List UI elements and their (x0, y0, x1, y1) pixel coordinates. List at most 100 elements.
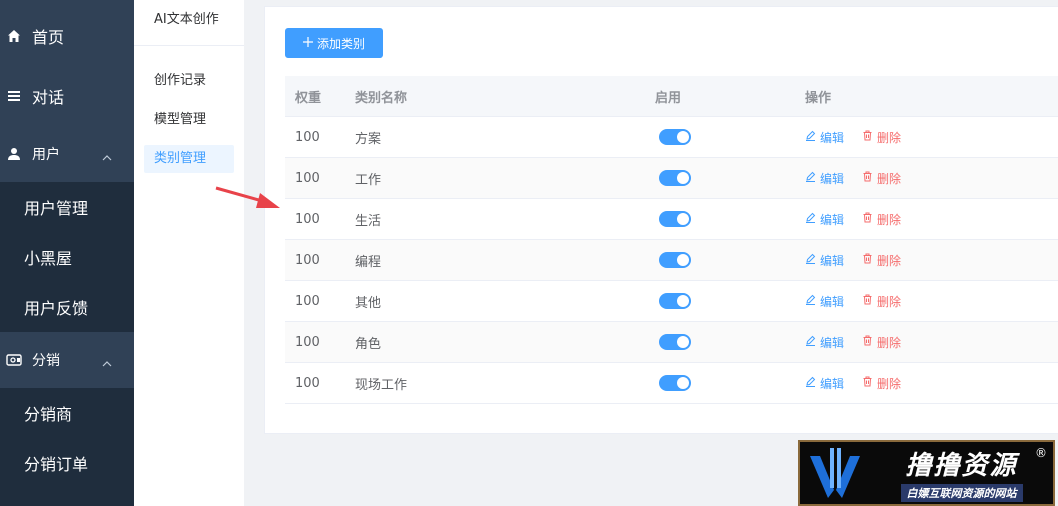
delete-button[interactable]: 删除 (862, 211, 901, 228)
sidebar-group-distribution[interactable]: 分销 (0, 332, 134, 388)
edit-icon (805, 171, 816, 185)
trash-icon (862, 171, 873, 185)
delete-button[interactable]: 删除 (862, 252, 901, 269)
cell-weight: 100 (295, 211, 320, 227)
toggle-knob (677, 172, 689, 184)
header-weight: 权重 (295, 90, 322, 106)
enable-toggle[interactable] (659, 211, 691, 227)
edit-button[interactable]: 编辑 (805, 170, 844, 187)
cell-actions: 编辑 删除 (795, 129, 1058, 146)
sidebar-item-blacklist[interactable]: 小黑屋 (0, 232, 134, 282)
edit-label: 编辑 (820, 212, 845, 227)
chevron-up-icon (102, 355, 112, 371)
secondary-menu-title: AI文本创作 (134, 0, 244, 46)
delete-button[interactable]: 删除 (862, 293, 901, 310)
cell-actions: 编辑 删除 (795, 334, 1058, 351)
trash-icon (862, 335, 873, 349)
delete-button[interactable]: 删除 (862, 334, 901, 351)
cell-actions: 编辑 删除 (795, 211, 1058, 228)
add-category-button[interactable]: 添加类别 (285, 28, 383, 58)
toggle-knob (677, 131, 689, 143)
edit-icon (805, 335, 816, 349)
sidebar-item-feedback[interactable]: 用户反馈 (0, 282, 134, 332)
annotation-arrow (215, 186, 280, 208)
menu-item-creation-records[interactable]: 创作记录 (144, 67, 234, 95)
app-root: 首页 对话 用户 用户管理 小黑屋 用户反馈 分销 分销商 分销订单 AI文本创… (0, 0, 1058, 506)
menu-icon (6, 88, 22, 104)
plus-icon (302, 36, 313, 50)
watermark-title: 撸撸资源 (905, 450, 1018, 481)
toggle-knob (677, 295, 689, 307)
delete-label: 删除 (877, 294, 902, 309)
edit-icon (805, 376, 816, 390)
trash-icon (862, 212, 873, 226)
sidebar-group-users[interactable]: 用户 (0, 126, 134, 182)
toggle-knob (677, 213, 689, 225)
menu-item-model-management[interactable]: 模型管理 (144, 106, 234, 134)
cell-enabled (645, 170, 795, 186)
edit-label: 编辑 (820, 335, 845, 350)
cell-weight: 100 (295, 170, 320, 186)
delete-label: 删除 (877, 171, 902, 186)
table-body: 100 方案 编辑 删除 100 工作 编辑 删除 100 生活 编辑 删除 1… (285, 117, 1058, 404)
cell-enabled (645, 211, 795, 227)
sidebar-item-distributors[interactable]: 分销商 (0, 388, 134, 438)
sidebar-item-chat[interactable]: 对话 (0, 66, 134, 126)
cell-enabled (645, 375, 795, 391)
edit-icon (805, 253, 816, 267)
cell-name: 方案 (355, 131, 382, 147)
table-row: 100 现场工作 编辑 删除 (285, 363, 1058, 404)
cell-actions: 编辑 删除 (795, 375, 1058, 392)
category-table: 权重 类别名称 启用 操作 100 方案 编辑 删除 100 工作 编辑 删除 … (285, 76, 1058, 404)
enable-toggle[interactable] (659, 334, 691, 350)
table-row: 100 其他 编辑 删除 (285, 281, 1058, 322)
table-row: 100 工作 编辑 删除 (285, 158, 1058, 199)
edit-icon (805, 130, 816, 144)
enable-toggle[interactable] (659, 252, 691, 268)
header-actions: 操作 (805, 90, 832, 106)
cell-name: 现场工作 (355, 377, 408, 393)
sidebar-group-label: 用户 (32, 147, 60, 163)
sidebar-item-label: 首页 (32, 28, 65, 47)
home-icon (6, 28, 22, 44)
edit-button[interactable]: 编辑 (805, 293, 844, 310)
edit-button[interactable]: 编辑 (805, 211, 844, 228)
sidebar-item-user-management[interactable]: 用户管理 (0, 182, 134, 232)
delete-label: 删除 (877, 376, 902, 391)
sidebar-group-label: 分销 (32, 353, 60, 369)
trash-icon (862, 376, 873, 390)
delete-label: 删除 (877, 335, 902, 350)
cell-enabled (645, 334, 795, 350)
toggle-knob (677, 377, 689, 389)
cell-weight: 100 (295, 129, 320, 145)
sidebar-item-home[interactable]: 首页 (0, 6, 134, 66)
delete-button[interactable]: 删除 (862, 129, 901, 146)
delete-button[interactable]: 删除 (862, 170, 901, 187)
cell-actions: 编辑 删除 (795, 170, 1058, 187)
delete-button[interactable]: 删除 (862, 375, 901, 392)
edit-button[interactable]: 编辑 (805, 129, 844, 146)
trash-icon (862, 294, 873, 308)
toggle-knob (677, 254, 689, 266)
table-row: 100 编程 编辑 删除 (285, 240, 1058, 281)
cell-enabled (645, 129, 795, 145)
edit-button[interactable]: 编辑 (805, 334, 844, 351)
sidebar-item-label: 分销商 (24, 405, 73, 424)
header-enabled: 启用 (655, 90, 682, 106)
delete-label: 删除 (877, 212, 902, 227)
enable-toggle[interactable] (659, 293, 691, 309)
cell-enabled (645, 293, 795, 309)
edit-button[interactable]: 编辑 (805, 252, 844, 269)
sidebar-item-distribution-orders[interactable]: 分销订单 (0, 438, 134, 488)
cell-name: 其他 (355, 295, 382, 311)
enable-toggle[interactable] (659, 375, 691, 391)
cell-weight: 100 (295, 293, 320, 309)
menu-item-category-management[interactable]: 类别管理 (144, 145, 234, 173)
sidebar-item-label: 小黑屋 (24, 249, 73, 268)
enable-toggle[interactable] (659, 129, 691, 145)
enable-toggle[interactable] (659, 170, 691, 186)
watermark-logo: 撸撸资源 白嫖互联网资源的网站 ® (798, 440, 1055, 506)
edit-button[interactable]: 编辑 (805, 375, 844, 392)
toggle-knob (677, 336, 689, 348)
edit-label: 编辑 (820, 130, 845, 145)
